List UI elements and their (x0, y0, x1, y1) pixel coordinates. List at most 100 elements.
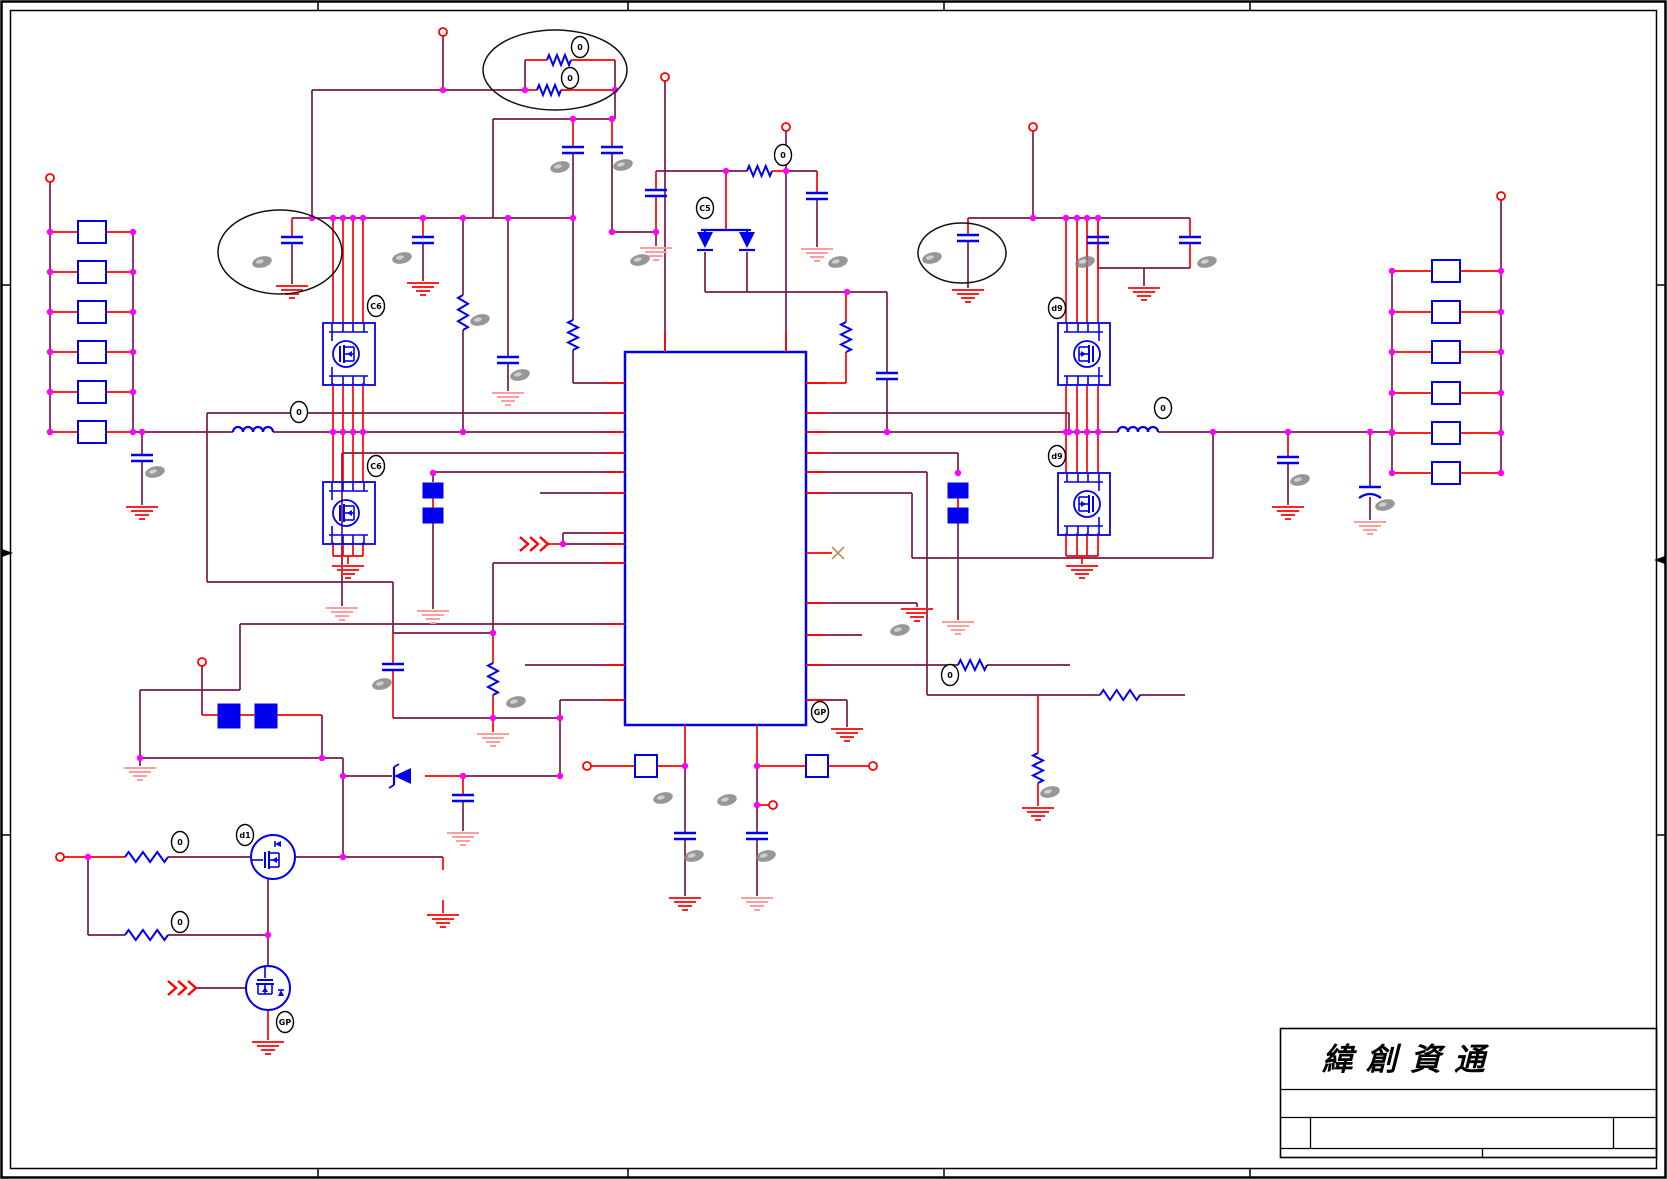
terminal[interactable] (197, 657, 207, 667)
resistor[interactable] (536, 82, 562, 98)
capacitor[interactable] (412, 235, 434, 245)
mosfet-package[interactable] (1057, 472, 1111, 536)
ref-label-text: C5 (699, 204, 711, 213)
fuse-block[interactable] (254, 703, 278, 729)
terminal[interactable] (660, 72, 670, 82)
bank-capacitor[interactable] (1431, 381, 1461, 405)
terminal[interactable] (55, 852, 65, 862)
resistor[interactable] (546, 52, 572, 68)
junction-dot (1497, 429, 1505, 437)
dual-diode[interactable] (697, 228, 755, 252)
capacitor[interactable] (1179, 235, 1201, 245)
resistor[interactable] (565, 319, 581, 351)
junction-dot (681, 762, 689, 770)
fuse-block[interactable] (947, 507, 969, 524)
terminal[interactable] (1496, 191, 1506, 201)
junction-dot (608, 115, 616, 123)
resistor[interactable] (124, 928, 169, 942)
mosfet[interactable] (245, 965, 291, 1011)
jumper[interactable] (634, 754, 658, 778)
ground-symbol (669, 897, 701, 911)
offpage-connector[interactable] (519, 536, 550, 552)
offpage-connector[interactable] (167, 980, 198, 996)
capacitor[interactable] (645, 188, 667, 198)
junction-dot (318, 754, 326, 762)
junction-dot (1073, 214, 1081, 222)
ref-label-text: d9 (1051, 304, 1063, 313)
junction-dot (608, 228, 616, 236)
resistor[interactable] (124, 850, 169, 864)
bank-capacitor[interactable] (1431, 300, 1461, 324)
resistor[interactable] (1030, 752, 1046, 784)
value-label-smudge (252, 256, 272, 268)
bank-capacitor[interactable] (77, 420, 107, 444)
ground-symbol (801, 248, 833, 262)
capacitor[interactable] (382, 662, 404, 672)
capacitor[interactable] (497, 355, 519, 365)
resistor[interactable] (1099, 688, 1141, 702)
capacitor[interactable] (674, 831, 696, 841)
capacitor[interactable] (281, 235, 303, 245)
capacitor[interactable] (562, 145, 584, 155)
capacitor-polarized[interactable] (1358, 485, 1382, 499)
ground-symbol (901, 608, 933, 622)
terminal[interactable] (1028, 122, 1038, 132)
ic[interactable] (623, 350, 808, 727)
bank-capacitor[interactable] (77, 380, 107, 404)
bank-capacitor[interactable] (77, 220, 107, 244)
bank-capacitor[interactable] (77, 340, 107, 364)
junction-dot (439, 86, 447, 94)
resistor[interactable] (456, 294, 470, 331)
value-label-smudge (828, 256, 848, 268)
value-label-smudge (653, 792, 673, 804)
bank-capacitor[interactable] (1431, 461, 1461, 485)
junction-dot (46, 348, 54, 356)
bank-capacitor[interactable] (77, 260, 107, 284)
ref-label-text: 0 (1160, 404, 1166, 413)
value-label-smudge (550, 161, 570, 173)
ground-symbol (831, 728, 863, 742)
resistor[interactable] (957, 657, 988, 673)
junction-dot (1062, 214, 1070, 222)
capacitor[interactable] (1277, 455, 1299, 465)
terminal[interactable] (868, 761, 878, 771)
ref-label-text: 0 (780, 151, 786, 160)
bank-capacitor[interactable] (1431, 421, 1461, 445)
terminal[interactable] (45, 173, 55, 183)
inductor[interactable] (231, 425, 275, 433)
ground-symbol (447, 832, 479, 846)
fuse-block[interactable] (217, 703, 241, 729)
mosfet-package[interactable] (1057, 322, 1111, 386)
jumper[interactable] (805, 754, 829, 778)
fuse-block[interactable] (422, 507, 444, 524)
mosfet[interactable] (250, 834, 296, 880)
inductor[interactable] (1116, 425, 1160, 433)
capacitor[interactable] (957, 233, 979, 243)
ref-label-text: 0 (567, 74, 573, 83)
terminal[interactable] (438, 27, 448, 37)
terminal[interactable] (781, 122, 791, 132)
capacitor[interactable] (601, 145, 623, 155)
terminal[interactable] (582, 761, 592, 771)
terminal[interactable] (768, 800, 778, 810)
fuse-block[interactable] (422, 482, 444, 499)
capacitor[interactable] (876, 371, 898, 381)
resistor[interactable] (838, 321, 854, 353)
bank-capacitor[interactable] (1431, 259, 1461, 283)
mosfet-package[interactable] (322, 322, 376, 386)
bank-capacitor[interactable] (77, 300, 107, 324)
fuse-block[interactable] (947, 482, 969, 499)
capacitor[interactable] (746, 831, 768, 841)
capacitor[interactable] (131, 453, 153, 463)
value-label-smudge (506, 696, 526, 708)
resistor[interactable] (746, 163, 773, 179)
ref-label-text: C6 (370, 302, 382, 311)
mosfet-package[interactable] (322, 481, 376, 545)
zener-diode[interactable] (388, 763, 411, 789)
capacitor[interactable] (452, 793, 474, 803)
capacitor[interactable] (806, 191, 828, 201)
bank-capacitor[interactable] (1431, 340, 1461, 364)
resistor[interactable] (485, 662, 501, 696)
junction-dot (569, 115, 577, 123)
ref-label: d9 (1047, 444, 1067, 468)
